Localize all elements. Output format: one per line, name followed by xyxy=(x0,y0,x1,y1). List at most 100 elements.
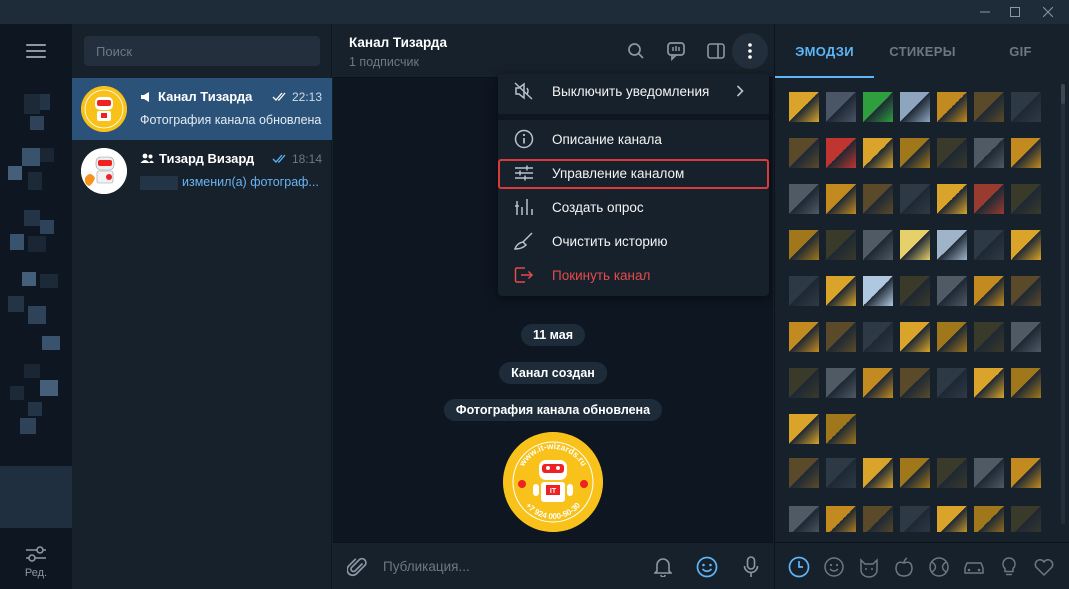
discussion-icon[interactable] xyxy=(663,38,689,64)
emoji-item[interactable] xyxy=(974,322,1004,352)
emoji-item[interactable] xyxy=(937,92,967,122)
folder-icon[interactable] xyxy=(28,306,46,324)
folder-icon[interactable] xyxy=(8,166,22,180)
emoji-item[interactable] xyxy=(789,92,819,122)
more-options-icon[interactable] xyxy=(732,33,768,69)
animals-icon[interactable] xyxy=(857,555,881,579)
emoji-item[interactable] xyxy=(900,368,930,398)
emoji-item[interactable] xyxy=(789,368,819,398)
emoji-scrollbar[interactable] xyxy=(1061,84,1065,524)
emoji-item[interactable] xyxy=(974,230,1004,260)
folder-icon[interactable] xyxy=(24,364,40,378)
emoji-item[interactable] xyxy=(900,184,930,214)
folder-icon[interactable] xyxy=(40,220,54,234)
emoji-item[interactable] xyxy=(1011,92,1041,122)
menu-item-mute[interactable]: Выключить уведомления xyxy=(498,74,769,108)
tab-emoji[interactable]: ЭМОДЗИ xyxy=(775,24,874,78)
silent-broadcast-icon[interactable] xyxy=(651,555,675,579)
emoji-item[interactable] xyxy=(900,138,930,168)
emoji-item[interactable] xyxy=(900,276,930,306)
folder-icon[interactable] xyxy=(28,236,46,252)
sidebar-toggle-icon[interactable] xyxy=(703,38,729,64)
emoji-item[interactable] xyxy=(1011,458,1041,488)
chat-item-channel[interactable]: Канал Тизарда 22:13 Фотография канала об… xyxy=(72,78,332,140)
folder-icon[interactable] xyxy=(28,172,42,190)
tab-gif[interactable]: GIF xyxy=(971,24,1069,78)
search-input[interactable] xyxy=(84,36,320,66)
emoji-item[interactable] xyxy=(863,458,893,488)
emoji-item[interactable] xyxy=(863,92,893,122)
emoji-item[interactable] xyxy=(863,230,893,260)
emoji-item[interactable] xyxy=(900,230,930,260)
activity-icon[interactable] xyxy=(927,555,951,579)
emoji-item[interactable] xyxy=(1011,322,1041,352)
chat-header[interactable]: Канал Тизарда 1 подписчик xyxy=(333,24,773,78)
attach-icon[interactable] xyxy=(345,555,369,579)
emoji-item[interactable] xyxy=(937,138,967,168)
minimize-icon[interactable] xyxy=(970,0,1000,24)
emoji-item[interactable] xyxy=(863,506,893,532)
emoji-item[interactable] xyxy=(789,414,819,444)
emoji-item[interactable] xyxy=(974,184,1004,214)
emoji-item[interactable] xyxy=(826,184,856,214)
recent-icon[interactable] xyxy=(787,555,811,579)
emoji-item[interactable] xyxy=(863,276,893,306)
emoji-item[interactable] xyxy=(789,276,819,306)
emoji-item[interactable] xyxy=(826,92,856,122)
menu-icon[interactable] xyxy=(26,44,46,58)
food-icon[interactable] xyxy=(892,555,916,579)
edit-folders-button[interactable]: Ред. xyxy=(0,534,72,589)
emoji-item[interactable] xyxy=(974,458,1004,488)
emoji-item[interactable] xyxy=(863,138,893,168)
folder-icon[interactable] xyxy=(40,148,54,162)
emoji-item[interactable] xyxy=(900,458,930,488)
emoji-item[interactable] xyxy=(974,138,1004,168)
folder-icon[interactable] xyxy=(10,234,24,250)
close-icon[interactable] xyxy=(1033,0,1063,24)
emoji-item[interactable] xyxy=(974,506,1004,532)
microphone-icon[interactable] xyxy=(739,555,763,579)
folder-icon[interactable] xyxy=(28,402,42,416)
emoji-item[interactable] xyxy=(937,458,967,488)
emoji-item[interactable] xyxy=(826,230,856,260)
emoji-item[interactable] xyxy=(937,230,967,260)
emoji-item[interactable] xyxy=(789,230,819,260)
message-input[interactable] xyxy=(383,555,623,577)
maximize-icon[interactable] xyxy=(1000,0,1030,24)
emoji-item[interactable] xyxy=(789,138,819,168)
channel-photo[interactable]: www.it-wizards.ru +7 924 000-50-30 IT xyxy=(503,432,603,532)
emoji-item[interactable] xyxy=(826,322,856,352)
emoji-item[interactable] xyxy=(1011,276,1041,306)
emoji-item[interactable] xyxy=(789,322,819,352)
emoji-item[interactable] xyxy=(974,368,1004,398)
emoji-icon[interactable] xyxy=(695,555,719,579)
symbols-icon[interactable] xyxy=(1032,555,1056,579)
folder-icon[interactable] xyxy=(22,148,40,166)
emoji-item[interactable] xyxy=(900,322,930,352)
folder-item-active[interactable] xyxy=(0,466,72,528)
smileys-icon[interactable] xyxy=(822,555,846,579)
emoji-item[interactable] xyxy=(937,368,967,398)
menu-item-leave-channel[interactable]: Покинуть канал xyxy=(498,258,769,292)
menu-item-create-poll[interactable]: Создать опрос xyxy=(498,190,769,224)
folder-icon[interactable] xyxy=(40,380,58,396)
travel-icon[interactable] xyxy=(962,555,986,579)
emoji-item[interactable] xyxy=(826,458,856,488)
folder-icon[interactable] xyxy=(30,116,44,130)
folder-icon[interactable] xyxy=(40,94,50,110)
emoji-item[interactable] xyxy=(826,276,856,306)
emoji-item[interactable] xyxy=(826,138,856,168)
emoji-item[interactable] xyxy=(974,276,1004,306)
emoji-item[interactable] xyxy=(789,184,819,214)
emoji-item[interactable] xyxy=(826,506,856,532)
folder-icon[interactable] xyxy=(10,386,24,400)
folder-icon[interactable] xyxy=(8,296,24,312)
menu-item-clear-history[interactable]: Очистить историю xyxy=(498,224,769,258)
emoji-item[interactable] xyxy=(826,368,856,398)
emoji-grid[interactable] xyxy=(787,92,1057,532)
emoji-item[interactable] xyxy=(1011,506,1041,532)
folder-icon[interactable] xyxy=(24,94,40,114)
folder-icon[interactable] xyxy=(20,418,36,434)
emoji-item[interactable] xyxy=(900,506,930,532)
emoji-item[interactable] xyxy=(863,368,893,398)
